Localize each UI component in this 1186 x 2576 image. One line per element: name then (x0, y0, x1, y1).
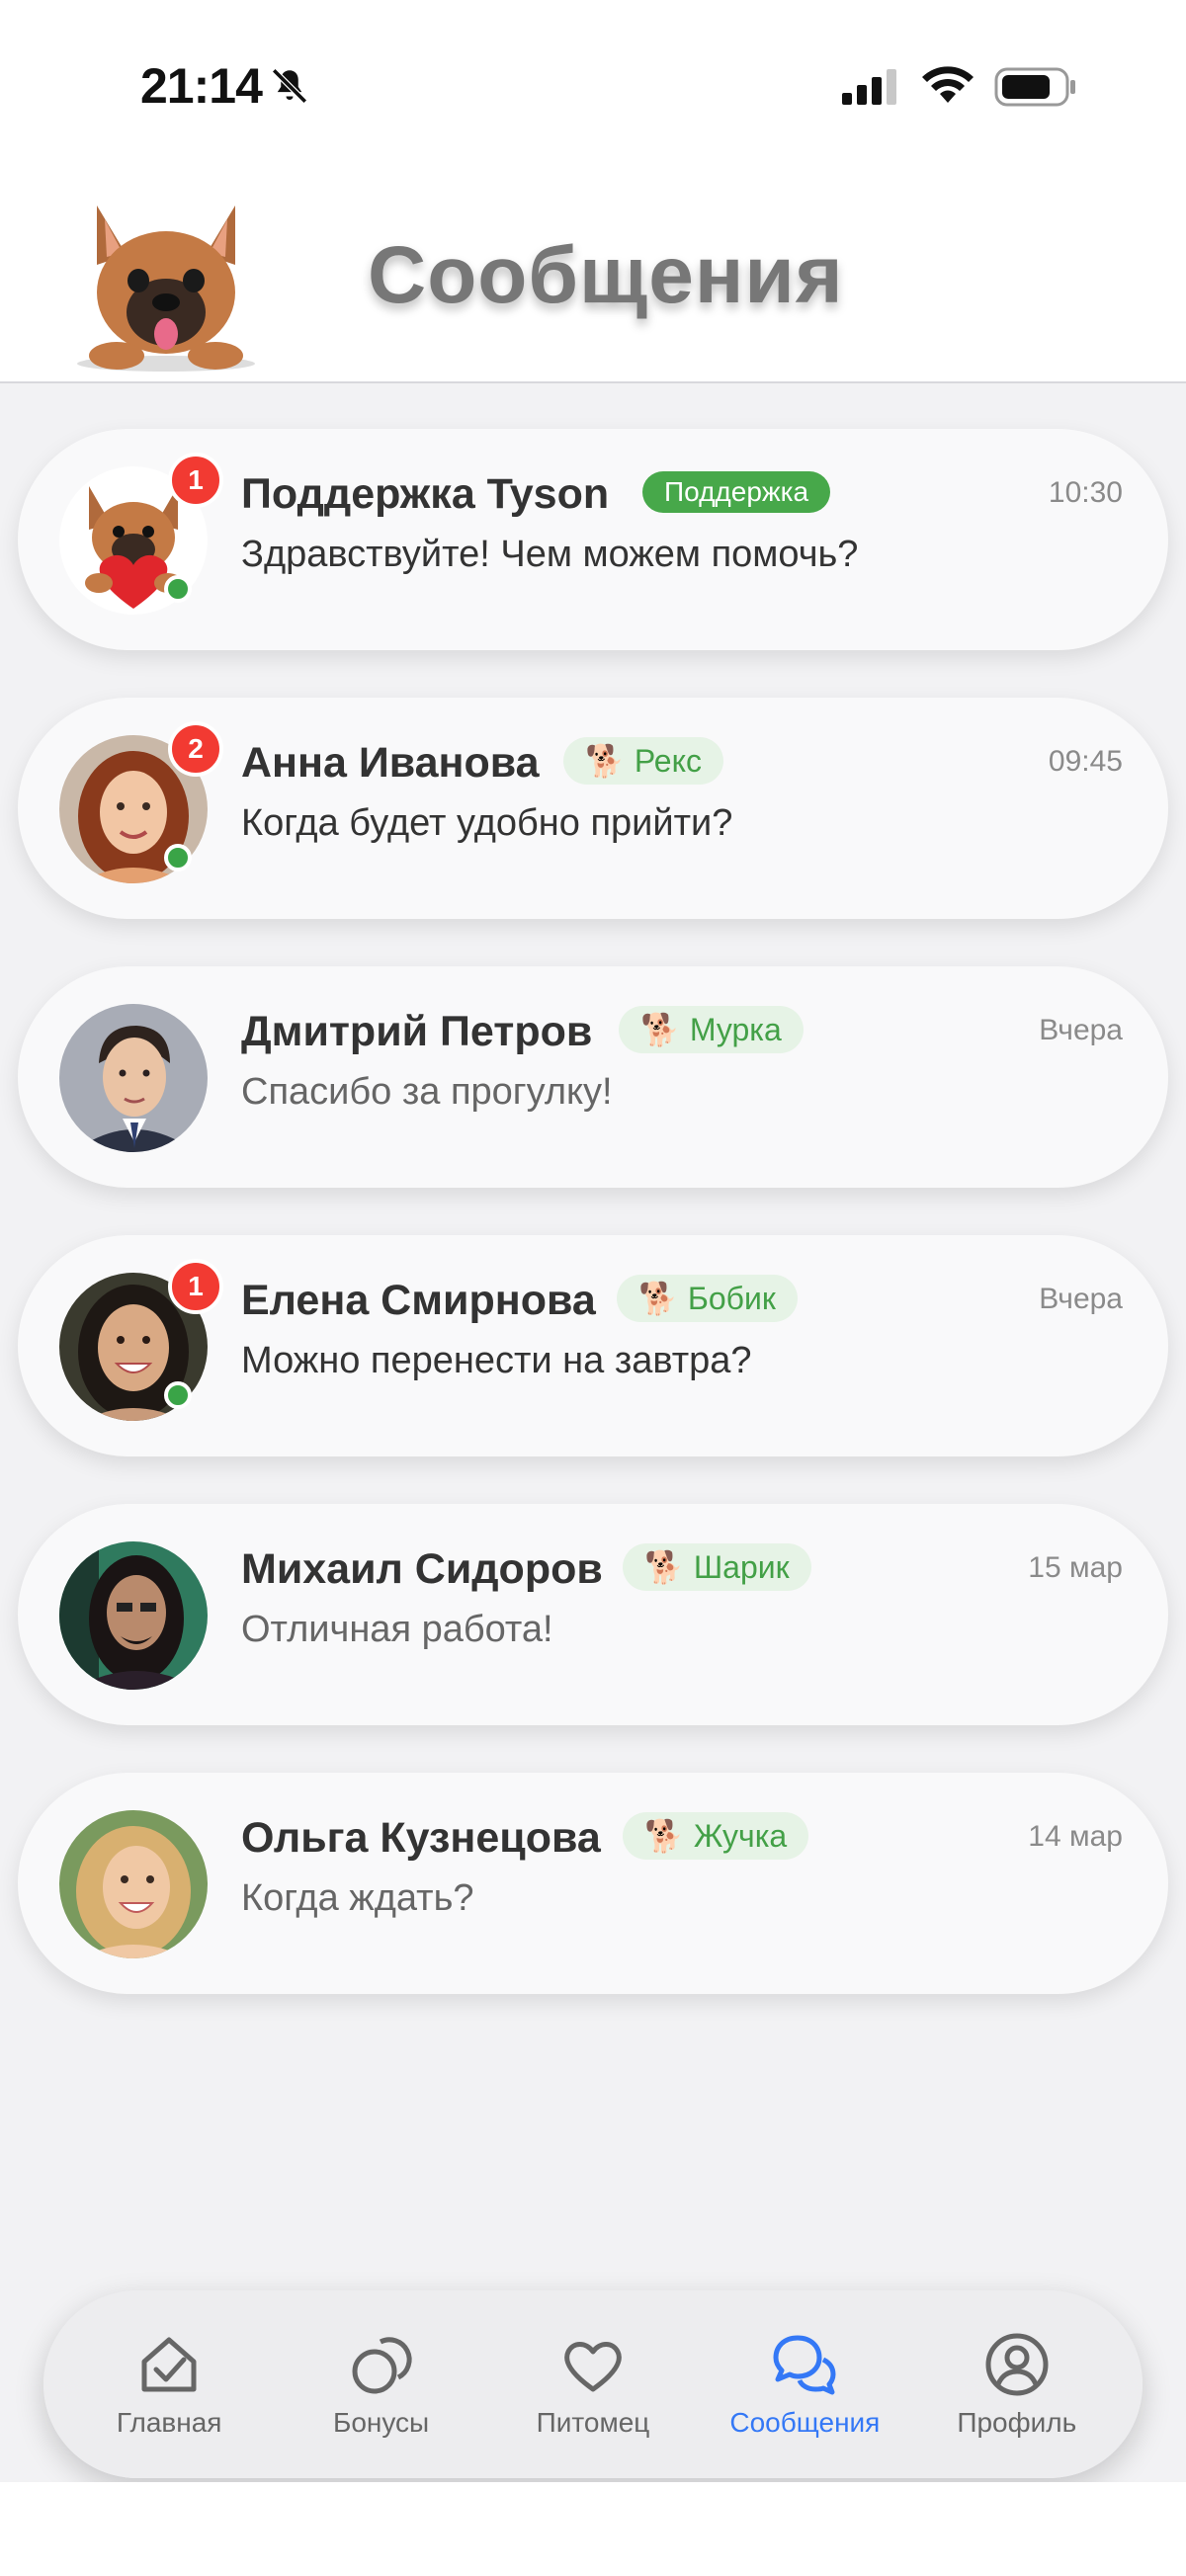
nav-label: Главная (116, 2407, 222, 2438)
chat-name: Дмитрий Петров (241, 1008, 593, 1055)
online-indicator (164, 1381, 192, 1409)
chat-name: Анна Иванова (241, 739, 540, 787)
chat-time: 15 мар (1028, 1551, 1123, 1584)
nav-label: Профиль (957, 2407, 1077, 2438)
pet-tag: 🐕 Жучка (623, 1812, 809, 1860)
chat-time: Вчера (1039, 1283, 1123, 1315)
profile-icon (985, 2333, 1049, 2396)
chat-item[interactable]: Дмитрий Петров 🐕 Мурка Вчера Спасибо за … (18, 966, 1168, 1188)
avatar (59, 1541, 208, 1690)
tag-label: Бобик (687, 1280, 776, 1316)
dog-icon: 🐕 (585, 743, 625, 779)
chat-item-support[interactable]: 1 Поддержка Tyson Поддержка 10:30 Здравс… (18, 429, 1168, 650)
avatar (59, 1810, 208, 1958)
avatar (59, 1004, 208, 1152)
page-title: Сообщения (368, 230, 844, 320)
chat-name: Елена Смирнова (241, 1277, 596, 1324)
chat-name: Поддержка Tyson (241, 470, 610, 518)
wifi-icon (922, 66, 974, 103)
pet-tag: 🐕 Бобик (617, 1275, 798, 1322)
chat-name: Михаил Сидоров (241, 1545, 603, 1593)
pet-tag: 🐕 Рекс (563, 737, 723, 785)
unread-badge: 2 (168, 721, 223, 777)
nav-label: Питомец (536, 2407, 650, 2438)
support-tag: Поддержка (642, 471, 831, 513)
tag-label: Жучка (693, 1817, 788, 1854)
unread-badge: 1 (168, 453, 223, 508)
tag-label: Шарик (693, 1548, 790, 1585)
app-header: Сообщения (0, 168, 1186, 383)
tag-label: Мурка (689, 1011, 782, 1047)
online-indicator (164, 575, 192, 603)
tag-label: Рекс (634, 742, 702, 779)
tag-label: Поддержка (664, 476, 809, 507)
pet-tag: 🐕 Шарик (623, 1543, 811, 1591)
chat-time: 09:45 (1048, 745, 1123, 778)
nav-item-profile[interactable]: Профиль (918, 2310, 1116, 2458)
chat-name: Ольга Кузнецова (241, 1814, 601, 1862)
chat-last-message: Когда будет удобно прийти? (241, 802, 733, 844)
chat-last-message: Здравствуйте! Чем можем помочь? (241, 534, 859, 575)
status-time: 21:14 (140, 58, 263, 114)
chat-item[interactable]: 1 Елена Смирнова 🐕 Бобик Вчера Можно пер… (18, 1235, 1168, 1456)
nav-item-bonuses[interactable]: Бонусы (283, 2310, 480, 2458)
pet-tag: 🐕 Мурка (619, 1006, 804, 1053)
bell-muted-icon (272, 68, 307, 104)
tyson-dog-logo[interactable] (57, 186, 275, 374)
unread-badge: 1 (168, 1259, 223, 1314)
chat-last-message: Отличная работа! (241, 1609, 553, 1650)
home-check-icon (141, 2337, 197, 2392)
nav-item-pet[interactable]: Питомец (494, 2310, 692, 2458)
chat-last-message: Спасибо за прогулку! (241, 1071, 613, 1113)
chat-time: Вчера (1039, 1014, 1123, 1046)
chat-list: 1 Поддержка Tyson Поддержка 10:30 Здравс… (18, 429, 1168, 2041)
nav-item-messages[interactable]: Сообщения (706, 2310, 903, 2458)
coins-icon (352, 2337, 412, 2394)
chat-time: 10:30 (1048, 476, 1123, 509)
status-bar: 21:14 (0, 0, 1186, 168)
battery-icon (994, 67, 1075, 107)
nav-label: Сообщения (729, 2407, 881, 2438)
dog-icon: 🐕 (644, 1549, 684, 1585)
nav-item-home[interactable]: Главная (70, 2310, 268, 2458)
chat-item[interactable]: Ольга Кузнецова 🐕 Жучка 14 мар Когда жда… (18, 1773, 1168, 1994)
heart-icon (564, 2342, 622, 2392)
cellular-signal-icon (842, 69, 896, 105)
online-indicator (164, 844, 192, 872)
dog-icon: 🐕 (640, 1012, 680, 1047)
dog-icon: 🐕 (638, 1281, 678, 1316)
chat-last-message: Когда ждать? (241, 1877, 474, 1919)
chat-item[interactable]: Михаил Сидоров 🐕 Шарик 15 мар Отличная р… (18, 1504, 1168, 1725)
chat-last-message: Можно перенести на завтра? (241, 1340, 752, 1381)
dog-icon: 🐕 (644, 1818, 684, 1854)
chat-time: 14 мар (1028, 1820, 1123, 1853)
bottom-nav: Главная Бонусы Питомец Сообщения Профиль (43, 2290, 1143, 2478)
chat-item[interactable]: 2 Анна Иванова 🐕 Рекс 09:45 Когда будет … (18, 698, 1168, 919)
chat-bubbles-icon (773, 2335, 836, 2395)
nav-label: Бонусы (332, 2407, 430, 2438)
home-indicator-area (0, 2482, 1186, 2576)
